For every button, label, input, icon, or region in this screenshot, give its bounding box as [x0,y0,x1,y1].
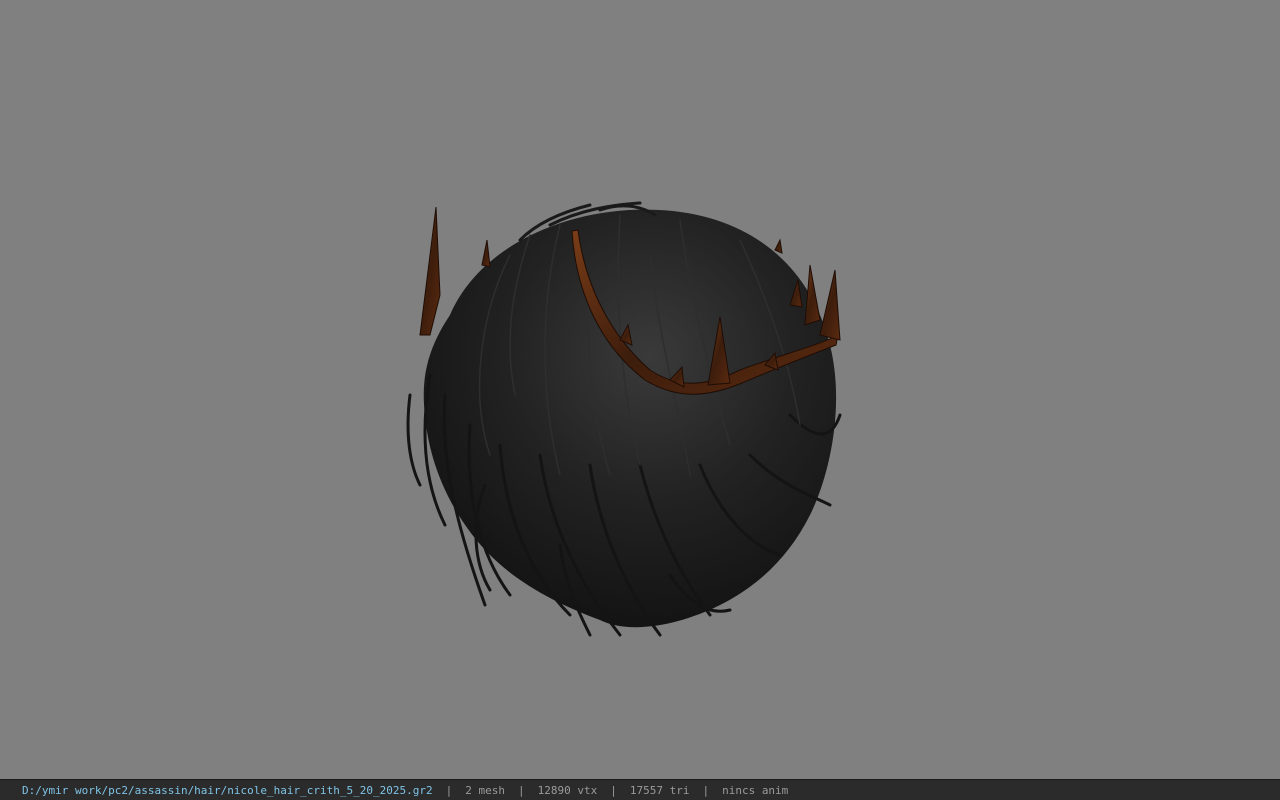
separator: | [517,783,525,797]
separator: | [445,783,453,797]
separator: | [702,783,710,797]
vertex-count: 12890 vtx [537,783,598,797]
status-bar: D:/ymir work/pc2/assassin/hair/nicole_ha… [0,779,1280,800]
file-path: D:/ymir work/pc2/assassin/hair/nicole_ha… [22,783,433,797]
animation-status: nincs anim [722,783,789,797]
separator: | [610,783,617,797]
mesh-count: 2 mesh [465,783,505,797]
triangle-count: 17557 tri [629,783,690,797]
hair-model-preview[interactable] [390,195,860,645]
3d-viewport[interactable] [0,0,1280,779]
